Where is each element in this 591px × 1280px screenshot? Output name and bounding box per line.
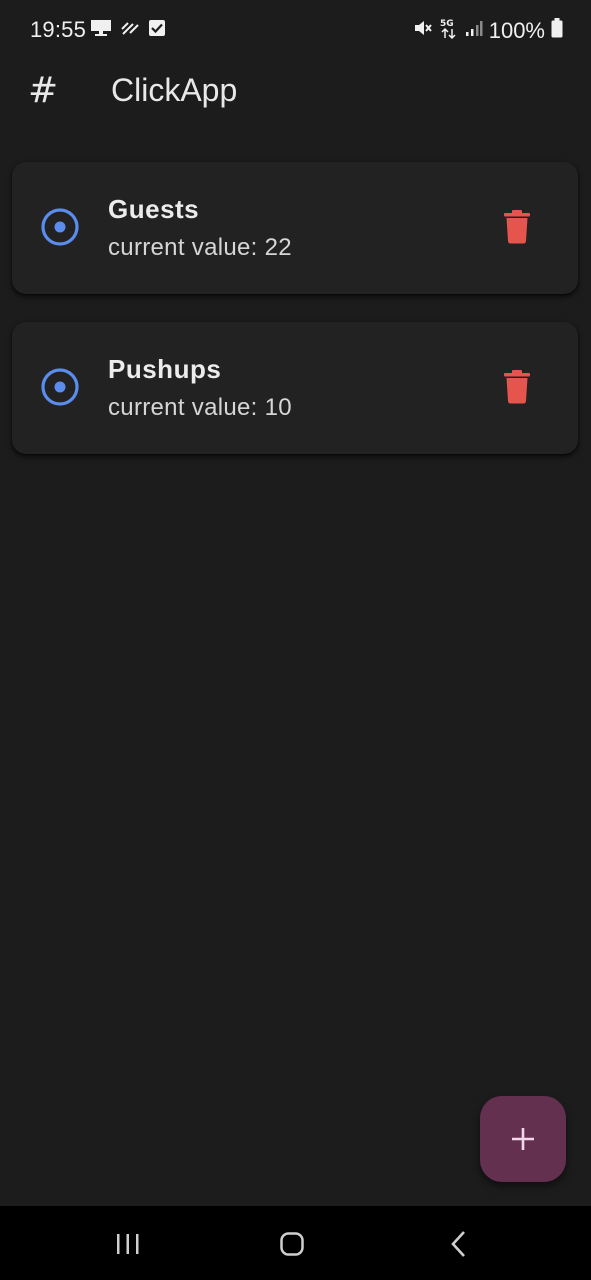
screen: 19:55 5G 100% # ClickApp Guests current … [0, 0, 591, 1280]
counter-value: current value: 10 [108, 394, 292, 421]
status-bar: 19:55 5G 100% [0, 0, 591, 60]
app-title: ClickApp [111, 72, 238, 108]
radio-selected-icon[interactable] [40, 207, 80, 247]
counter-value: current value: 22 [108, 234, 292, 261]
trash-icon[interactable] [504, 370, 530, 404]
svg-text:5G: 5G [440, 19, 454, 29]
home-icon[interactable] [272, 1228, 312, 1260]
app-bar: # ClickApp [0, 60, 591, 124]
battery-icon [551, 18, 563, 43]
recents-icon[interactable] [108, 1228, 148, 1260]
radio-selected-icon[interactable] [40, 367, 80, 407]
mute-icon [413, 18, 433, 43]
counter-card-pushups[interactable]: Pushups current value: 10 [12, 322, 578, 454]
checkbox-icon [148, 19, 166, 42]
status-time: 19:55 [30, 17, 87, 42]
counter-name: Guests [108, 194, 200, 224]
trash-icon[interactable] [504, 210, 530, 244]
tiles-icon [120, 19, 140, 42]
monitor-icon [90, 19, 112, 42]
status-right-icons: 5G 100% [413, 17, 563, 44]
5g-icon: 5G [439, 17, 459, 44]
status-left-icons [90, 19, 166, 42]
add-counter-button[interactable] [480, 1096, 566, 1182]
battery-text: 100% [488, 17, 545, 43]
counter-name: Pushups [108, 354, 222, 384]
back-icon[interactable] [440, 1228, 480, 1260]
hash-icon: # [28, 70, 59, 111]
system-nav-bar [0, 1206, 591, 1280]
signal-icon [465, 19, 483, 42]
counter-card-guests[interactable]: Guests current value: 22 [12, 162, 578, 294]
